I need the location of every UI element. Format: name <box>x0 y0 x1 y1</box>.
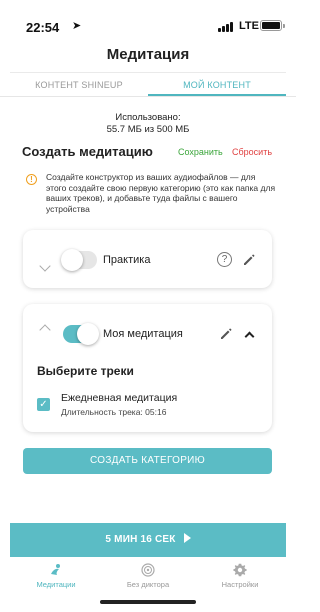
location-arrow-icon: ➤ <box>72 20 82 32</box>
track-duration: Длительность трека: 05:16 <box>61 407 167 417</box>
edit-pencil-icon[interactable] <box>242 253 256 267</box>
collapse-caret-icon[interactable] <box>244 331 255 342</box>
play-icon <box>183 533 191 543</box>
category-name: Практика <box>103 254 151 266</box>
create-category-button[interactable]: Создать категорию <box>23 448 272 474</box>
track-name: Ежедневная медитация <box>61 392 178 404</box>
meditation-icon <box>51 564 60 575</box>
nav-item-no-narrator[interactable]: Без диктора <box>102 557 194 597</box>
page-title: Медитация <box>106 46 190 63</box>
help-icon[interactable]: ? <box>217 252 232 267</box>
nav-item-settings[interactable]: Настройки <box>194 557 286 597</box>
category-card-practice: Практика ? <box>23 230 272 288</box>
usage-label: Использовано: <box>115 112 181 123</box>
status-time: 22:54 <box>26 20 60 35</box>
play-duration-label: 5 МИН 16 СЕК <box>105 534 176 545</box>
chevron-up-icon[interactable] <box>39 324 51 336</box>
category-name: Моя медитация <box>103 328 183 340</box>
tabs-divider <box>0 96 296 97</box>
phone-screen: 22:54 ➤ LTE Медитация КОНТЕНТ SHINEUP МО… <box>0 0 296 612</box>
settings-gear-icon <box>233 563 247 577</box>
category-toggle-my-meditation[interactable] <box>63 323 99 345</box>
reset-button[interactable]: Сбросить <box>232 147 272 157</box>
no-narrator-icon <box>141 563 155 577</box>
save-button[interactable]: Сохранить <box>178 147 223 157</box>
tab-shineup-content[interactable]: КОНТЕНТ SHINEUP <box>10 73 148 96</box>
status-bar: 22:54 ➤ LTE <box>0 0 296 36</box>
select-tracks-heading: Выберите треки <box>37 364 134 378</box>
tab-my-content[interactable]: МОЙ КОНТЕНТ <box>148 73 286 96</box>
info-icon: ! <box>26 174 37 185</box>
network-type: LTE <box>239 20 259 32</box>
usage-value: 55.7 МБ из 500 МБ <box>106 124 190 135</box>
nav-label: Медитации <box>36 580 76 589</box>
category-toggle-practice[interactable] <box>61 249 97 271</box>
battery-icon <box>260 20 285 31</box>
storage-usage: Использовано: 55.7 МБ из 500 МБ <box>0 112 296 136</box>
create-meditation-title: Создать медитацию <box>22 144 153 159</box>
play-bar[interactable]: 5 МИН 16 СЕК <box>10 523 286 557</box>
signal-icon <box>218 22 236 32</box>
track-checkbox[interactable]: ✓ <box>37 398 50 411</box>
chevron-down-icon[interactable] <box>39 260 51 272</box>
nav-label: Без диктора <box>126 580 170 589</box>
edit-pencil-icon[interactable] <box>219 327 233 341</box>
category-card-my-meditation: Моя медитация Выберите треки ✓ Ежедневна… <box>23 304 272 432</box>
info-text: Создайте конструктор из ваших аудиофайло… <box>46 172 276 214</box>
home-indicator[interactable] <box>100 600 196 604</box>
nav-item-meditations[interactable]: Медитации <box>10 557 102 597</box>
nav-label: Настройки <box>221 580 259 589</box>
content-tabs: КОНТЕНТ SHINEUP МОЙ КОНТЕНТ <box>10 72 286 96</box>
bottom-nav: Медитации Без диктора Настройки <box>10 557 286 597</box>
